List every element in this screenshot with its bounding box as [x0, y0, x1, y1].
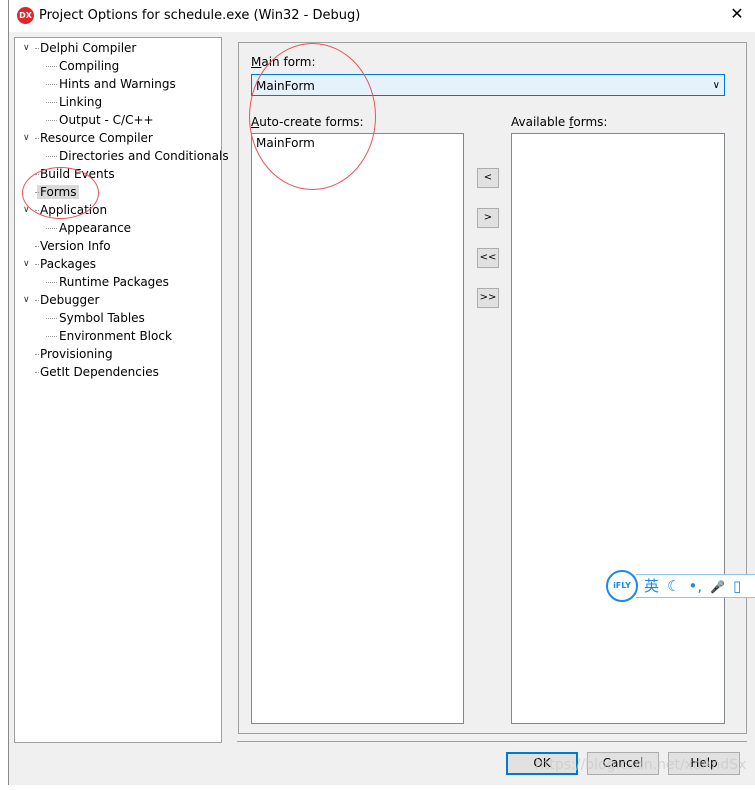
available-forms-list[interactable] [511, 133, 725, 724]
ifly-toolbar-bar: 英 ☾ •, 🎤 ▯ [636, 574, 755, 598]
window-title: Project Options for schedule.exe (Win32 … [39, 8, 361, 23]
tree-item[interactable]: Symbol Tables [46, 309, 145, 327]
tree-item[interactable]: ∨ Delphi Compiler [23, 39, 137, 57]
tree-connector [35, 372, 39, 373]
move-all-left-button[interactable]: << [477, 248, 499, 268]
divider [237, 741, 747, 742]
tree-connector [46, 156, 57, 157]
project-options-dialog: DX Project Options for schedule.exe (Win… [8, 0, 755, 785]
tree-item[interactable]: Appearance [46, 219, 132, 237]
punctuation-icon[interactable]: •, [688, 577, 702, 595]
move-left-button[interactable]: < [477, 168, 499, 188]
annotation-circle [249, 43, 376, 190]
ifly-logo[interactable]: iFLY [606, 570, 638, 602]
tree-item-label: Runtime Packages [59, 275, 169, 289]
tree-item-label: Compiling [59, 59, 120, 73]
move-right-button[interactable]: > [477, 208, 499, 228]
tree-connector [35, 138, 39, 139]
chevron-down-icon: ∨ [712, 80, 720, 91]
options-tree[interactable]: ∨ Delphi Compiler Compiling Hints and Warni… [14, 37, 229, 743]
tree-item-label: Provisioning [40, 347, 113, 361]
tree-item-label: Appearance [59, 221, 132, 235]
tree-item-label: Version Info [40, 239, 111, 253]
tree-connector [46, 336, 57, 337]
tree-item-label: Directories and Conditionals [59, 149, 229, 163]
close-icon[interactable]: ✕ [725, 4, 749, 23]
tree-connector [46, 282, 57, 283]
tree-item[interactable]: ∨ Packages [23, 255, 96, 273]
tree-connector [46, 120, 57, 121]
keyboard-icon[interactable]: ▯ [733, 577, 741, 595]
tree-item[interactable]: GetIt Dependencies [35, 363, 159, 381]
tree-item[interactable]: ∨ Debugger [23, 291, 100, 309]
tree-item[interactable]: Compiling [46, 57, 120, 75]
tree-connector [46, 102, 57, 103]
tree-connector [46, 84, 57, 85]
ifly-ime-toolbar: 英 ☾ •, 🎤 ▯ iFLY [606, 570, 755, 602]
tree-item-label: Environment Block [59, 329, 172, 343]
tree-item-label: Packages [40, 257, 96, 271]
tree-item[interactable]: Runtime Packages [46, 273, 169, 291]
watermark: https://blog.csdn.net/xdAndSx [535, 757, 747, 773]
moon-icon[interactable]: ☾ [667, 577, 680, 595]
tree-connector [46, 66, 57, 67]
tree-item-label: Output - C/C++ [59, 113, 154, 127]
chevron-down-icon[interactable]: ∨ [23, 291, 30, 309]
tree-connector [35, 48, 39, 49]
tree-item-label: GetIt Dependencies [40, 365, 159, 379]
tree-connector [35, 264, 39, 265]
tree-item[interactable]: Version Info [35, 237, 111, 255]
language-toggle-icon[interactable]: 英 [644, 577, 659, 595]
auto-create-forms-list[interactable]: MainForm [251, 133, 464, 724]
tree-item[interactable]: Environment Block [46, 327, 172, 345]
chevron-down-icon[interactable]: ∨ [23, 39, 30, 57]
chevron-down-icon[interactable]: ∨ [23, 129, 30, 147]
tree-item-label: Debugger [40, 293, 100, 307]
tree-item-label: Hints and Warnings [59, 77, 176, 91]
tree-connector [46, 318, 57, 319]
tree-item[interactable]: Directories and Conditionals [46, 147, 229, 165]
tree-item[interactable]: Hints and Warnings [46, 75, 176, 93]
available-forms-label: Available forms: [511, 115, 608, 129]
tree-item-label: Symbol Tables [59, 311, 145, 325]
tree-item-label: Delphi Compiler [40, 41, 137, 55]
tree-item[interactable]: Output - C/C++ [46, 111, 154, 129]
delphi-logo-icon: DX [17, 7, 34, 24]
move-all-right-button[interactable]: >> [477, 288, 499, 308]
tree-item-label: Linking [59, 95, 103, 109]
tree-item[interactable]: Linking [46, 93, 103, 111]
microphone-icon[interactable]: 🎤 [710, 580, 725, 594]
title-bar: DX Project Options for schedule.exe (Win… [9, 0, 755, 32]
annotation-circle [22, 167, 99, 219]
chevron-down-icon[interactable]: ∨ [23, 255, 30, 273]
tree-item-label: Resource Compiler [40, 131, 153, 145]
tree-connector [46, 228, 57, 229]
tree-connector [35, 300, 39, 301]
tree-item[interactable]: ∨ Resource Compiler [23, 129, 153, 147]
tree-connector [35, 246, 39, 247]
tree-connector [35, 354, 39, 355]
tree-item[interactable]: Provisioning [35, 345, 113, 363]
